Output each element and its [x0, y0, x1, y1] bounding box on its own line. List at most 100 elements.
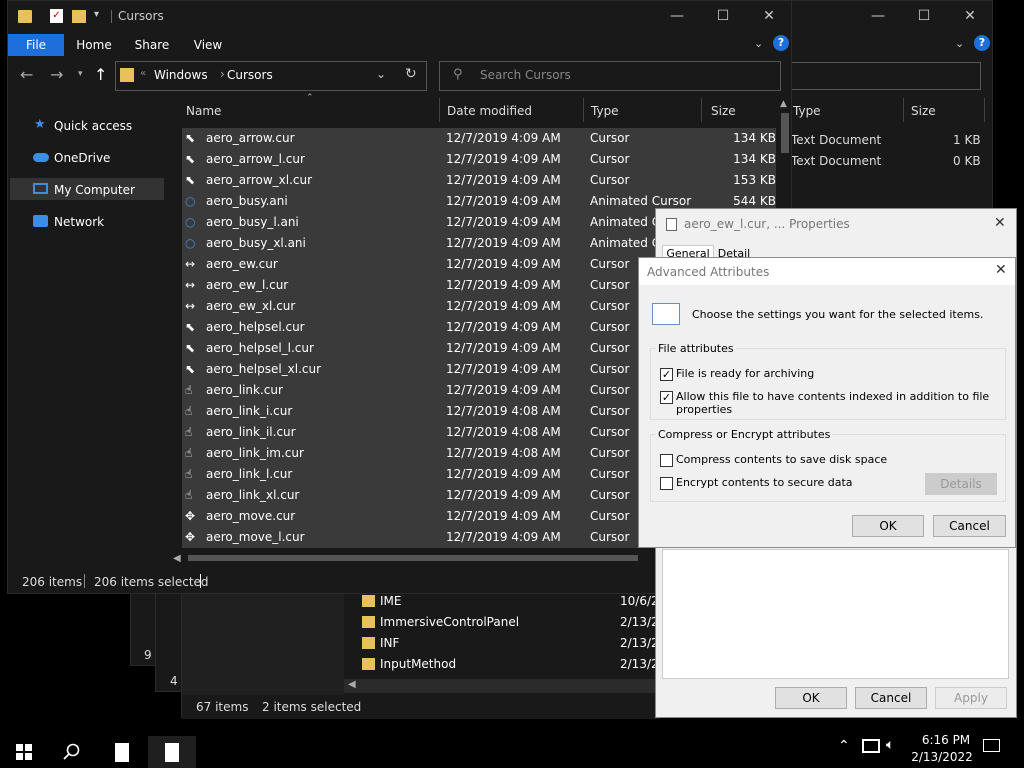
cell-type: Cursor [590, 341, 630, 355]
tab-share[interactable]: Share [128, 34, 176, 56]
encrypt-label[interactable]: Encrypt contents to secure data [676, 476, 853, 489]
cell-date: 12/7/2019 4:09 AM [446, 278, 561, 292]
column-size[interactable]: Size [911, 104, 936, 118]
horizontal-scrollbar[interactable] [344, 679, 660, 693]
show-hidden-icons[interactable]: ⌃ [838, 738, 850, 754]
folder-date: 2/13/2 [620, 615, 659, 629]
arrow-cursor-icon: ⬉ [185, 131, 196, 145]
apply-button[interactable]: Apply [935, 687, 1007, 709]
breadcrumb-prefix[interactable]: « [140, 68, 146, 79]
network-tray-icon[interactable] [862, 739, 880, 753]
list-item-size: 1 KB [953, 133, 981, 147]
ok-button[interactable]: OK [852, 515, 924, 537]
dialog-title: aero_ew_l.cur, ... Properties [684, 217, 850, 231]
column-size[interactable]: Size [711, 104, 736, 118]
nav-onedrive[interactable]: OneDrive [54, 151, 110, 165]
cancel-button[interactable]: Cancel [933, 515, 1006, 537]
tab-file[interactable]: File [8, 34, 64, 56]
ok-button[interactable]: OK [775, 687, 847, 709]
maximize-button[interactable]: ☐ [901, 1, 947, 31]
help-icon[interactable]: ? [773, 35, 789, 51]
column-date[interactable]: Date modified [447, 104, 532, 118]
cell-date: 12/7/2019 4:09 AM [446, 488, 561, 502]
cancel-button[interactable]: Cancel [855, 687, 927, 709]
clock-time[interactable]: 6:16 PM [918, 733, 974, 747]
cell-date: 12/7/2019 4:09 AM [446, 299, 561, 313]
close-button[interactable]: ✕ [746, 1, 792, 31]
scroll-up-icon[interactable]: ▲ [780, 99, 787, 109]
search-box[interactable] [781, 62, 981, 90]
cell-type: Cursor [590, 173, 630, 187]
compress-checkbox[interactable] [660, 454, 673, 467]
ribbon-expand-icon[interactable]: ⌄ [754, 37, 763, 50]
up-button[interactable]: ↑ [94, 65, 107, 84]
cell-name: aero_busy_xl.ani [206, 236, 306, 250]
breadcrumb-windows[interactable]: Windows [154, 68, 208, 82]
quick-access-dropdown-icon[interactable]: ▾ [94, 9, 99, 20]
scroll-left-icon[interactable]: ◀ [173, 553, 181, 564]
scroll-left-icon[interactable]: ◀ [348, 679, 356, 690]
tab-home[interactable]: Home [70, 34, 118, 56]
cell-type: Cursor [590, 446, 630, 460]
minimize-button[interactable]: — [855, 1, 901, 31]
nav-quick-access[interactable]: Quick access [54, 119, 132, 133]
nav-network[interactable]: Network [54, 215, 104, 229]
folder-name[interactable]: ImmersiveControlPanel [380, 615, 519, 629]
cell-type: Cursor [590, 278, 630, 292]
index-label[interactable]: Allow this file to have contents indexed… [676, 390, 1015, 416]
archive-checkbox[interactable]: ✓ [660, 368, 673, 381]
details-button[interactable]: Details [925, 473, 997, 495]
table-row[interactable]: ⬉ aero_arrow_xl.cur 12/7/2019 4:09 AM Curso… [182, 170, 776, 191]
close-icon[interactable]: ✕ [994, 215, 1006, 231]
close-icon[interactable]: ✕ [995, 262, 1007, 278]
cell-date: 12/7/2019 4:08 AM [446, 404, 561, 418]
cell-name: aero_link_i.cur [206, 404, 293, 418]
volume-icon[interactable]: 🔈︎ [886, 737, 894, 753]
clock-date[interactable]: 2/13/2022 [910, 750, 974, 764]
minimize-button[interactable]: — [654, 1, 700, 31]
network-icon [33, 215, 48, 227]
start-button[interactable] [0, 736, 48, 768]
column-name[interactable]: Name [186, 104, 221, 118]
properties-icon[interactable]: ✓ [50, 9, 63, 23]
encrypt-checkbox[interactable] [660, 477, 673, 490]
folder-icon [362, 616, 375, 628]
folder-name[interactable]: INF [380, 636, 399, 650]
scroll-thumb[interactable] [188, 555, 638, 561]
maximize-button[interactable]: ☐ [700, 1, 746, 31]
folder-name[interactable]: IME [380, 594, 401, 608]
scroll-thumb[interactable] [781, 113, 789, 153]
ribbon-expand-icon[interactable]: ⌄ [955, 37, 964, 50]
breadcrumb-cursors[interactable]: Cursors [227, 68, 273, 82]
recent-dropdown-icon[interactable]: ▾ [78, 69, 83, 79]
column-type[interactable]: Type [591, 104, 619, 118]
taskbar-app-notepad[interactable] [98, 736, 146, 768]
document-icon [115, 742, 129, 762]
table-row[interactable]: ⬉ aero_arrow_l.cur 12/7/2019 4:09 AM Cursor… [182, 149, 776, 170]
hand-cursor-icon: ☝ [185, 404, 193, 418]
search-placeholder: Search Cursors [480, 68, 571, 82]
nav-my-computer[interactable]: My Computer [54, 183, 135, 197]
column-type[interactable]: Type [793, 104, 821, 118]
search-button[interactable] [48, 736, 96, 768]
tab-view[interactable]: View [184, 34, 232, 56]
cell-type: Cursor [590, 299, 630, 313]
taskbar-app-notepad-active[interactable] [148, 736, 196, 768]
status-selected: 206 items selected [94, 575, 209, 589]
refresh-icon[interactable]: ↻ [405, 66, 417, 82]
help-cursor-icon: ⬉ [185, 362, 196, 376]
compress-label[interactable]: Compress contents to save disk space [676, 453, 887, 466]
new-folder-icon[interactable] [72, 10, 86, 23]
archive-label[interactable]: File is ready for archiving [676, 367, 814, 380]
index-checkbox[interactable]: ✓ [660, 391, 673, 404]
notifications-icon[interactable] [983, 739, 1000, 752]
forward-button[interactable]: → [50, 65, 63, 84]
folder-name[interactable]: InputMethod [380, 657, 456, 671]
back-button[interactable]: ← [20, 65, 33, 84]
help-icon[interactable]: ? [974, 35, 990, 51]
close-button[interactable]: ✕ [947, 1, 993, 31]
table-row[interactable]: ⬉ aero_arrow.cur 12/7/2019 4:09 AM Cursor 13… [182, 128, 776, 149]
cell-type: Cursor [590, 530, 630, 544]
address-dropdown-icon[interactable]: ⌄ [376, 67, 386, 81]
file-icon [666, 218, 677, 231]
